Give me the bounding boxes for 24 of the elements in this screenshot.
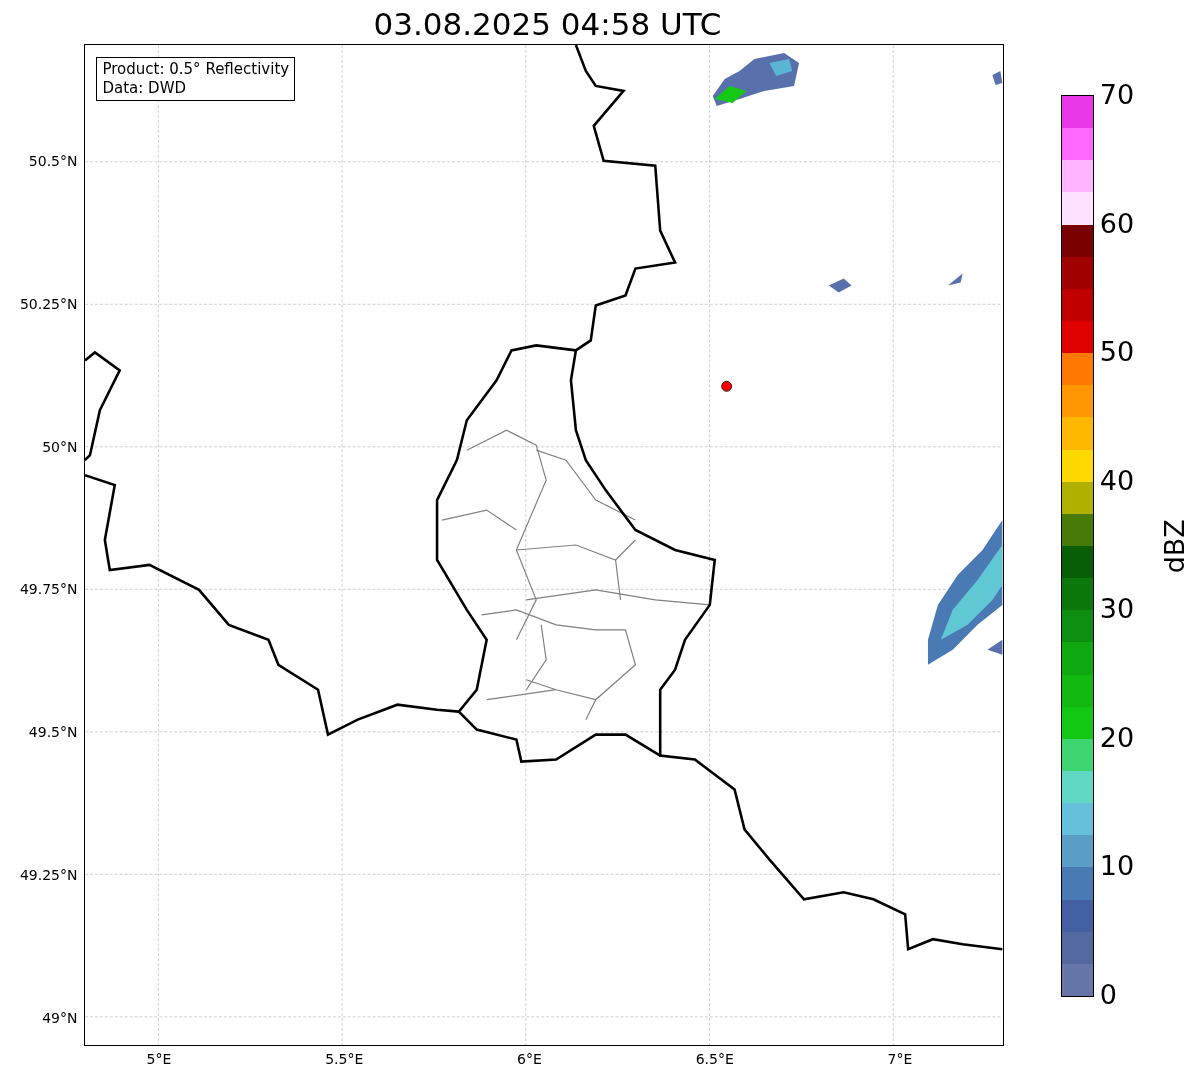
longitude-label: 5.5°E bbox=[325, 1051, 364, 1067]
colorbar-tick-label: 40 bbox=[1099, 465, 1135, 496]
colorbar-tick-label: 70 bbox=[1099, 80, 1135, 110]
colorbar-tick-label: 10 bbox=[1099, 851, 1135, 882]
longitude-label: 6°E bbox=[517, 1051, 542, 1067]
latitude-label: 50.25°N bbox=[19, 295, 78, 312]
latitude-label: 49.25°N bbox=[19, 867, 78, 883]
longitude-label: 7°E bbox=[887, 1051, 913, 1067]
colorbar-label: dBZ bbox=[1157, 518, 1191, 574]
colorbar-tick-label: 0 bbox=[1099, 980, 1117, 1010]
legend-text: Product: 0.5° Reflectivity bbox=[102, 60, 290, 79]
colorbar-tick-label: 60 bbox=[1099, 208, 1135, 239]
latitude-label: 49.5°N bbox=[28, 724, 78, 741]
latitude-label: 49°N bbox=[42, 1009, 78, 1026]
colorbar-tick-label: 30 bbox=[1099, 594, 1135, 625]
longitude-label: 5°E bbox=[146, 1051, 172, 1067]
latitude-label: 49.75°N bbox=[19, 581, 78, 598]
chart-title: 03.08.2025 04:58 UTC bbox=[373, 5, 722, 44]
latitude-label: 50°N bbox=[42, 438, 78, 455]
colorbar-tick-label: 50 bbox=[1099, 337, 1135, 368]
longitude-label: 6.5°E bbox=[695, 1051, 734, 1067]
latitude-label: 50.5°N bbox=[28, 153, 78, 169]
legend-text: Data: DWD bbox=[102, 79, 188, 98]
colorbar-tick-label: 20 bbox=[1099, 722, 1135, 753]
